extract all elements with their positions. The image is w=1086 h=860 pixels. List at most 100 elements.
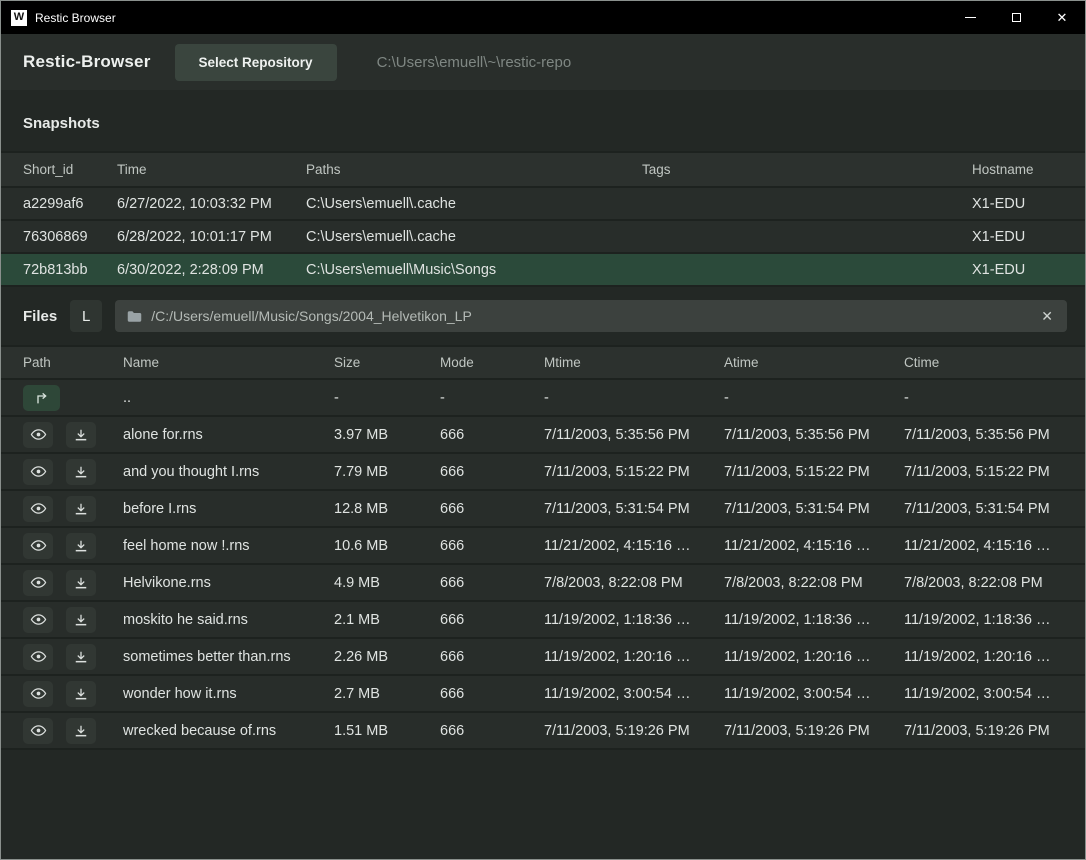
window-controls: ✕ bbox=[947, 1, 1085, 34]
path-format-toggle-button[interactable]: L bbox=[70, 300, 102, 332]
download-button[interactable] bbox=[66, 607, 96, 633]
file-row: and you thought I.rns 7.79 MB 666 7/11/2… bbox=[1, 454, 1085, 491]
file-atime: 11/19/2002, 1:20:16 … bbox=[724, 649, 904, 665]
snapshot-time: 6/27/2022, 10:03:32 PM bbox=[117, 196, 306, 212]
file-name: wonder how it.rns bbox=[123, 686, 334, 702]
snapshot-paths: C:\Users\emuell\Music\Songs bbox=[306, 262, 642, 278]
maximize-button[interactable] bbox=[993, 1, 1039, 34]
minimize-button[interactable] bbox=[947, 1, 993, 34]
file-row: sometimes better than.rns 2.26 MB 666 11… bbox=[1, 639, 1085, 676]
download-button[interactable] bbox=[66, 644, 96, 670]
snapshot-row[interactable]: a2299af6 6/27/2022, 10:03:32 PM C:\Users… bbox=[1, 188, 1085, 221]
download-button[interactable] bbox=[66, 718, 96, 744]
eye-icon bbox=[30, 426, 47, 443]
file-size: 7.79 MB bbox=[334, 464, 440, 480]
clear-path-button[interactable]: ✕ bbox=[1039, 308, 1055, 325]
snapshots-col-short-id: Short_id bbox=[23, 162, 117, 177]
select-repository-button[interactable]: Select Repository bbox=[175, 44, 337, 81]
preview-button[interactable] bbox=[23, 533, 53, 559]
titlebar: W Restic Browser ✕ bbox=[1, 1, 1085, 34]
files-col-name: Name bbox=[123, 355, 334, 370]
file-ctime: 11/19/2002, 1:18:36 … bbox=[904, 612, 1063, 628]
file-mode: 666 bbox=[440, 575, 544, 591]
files-col-mode: Mode bbox=[440, 355, 544, 370]
eye-icon bbox=[30, 500, 47, 517]
go-up-icon bbox=[34, 390, 50, 406]
file-atime: 11/21/2002, 4:15:16 … bbox=[724, 538, 904, 554]
preview-button[interactable] bbox=[23, 718, 53, 744]
path-format-icon: L bbox=[82, 308, 90, 325]
file-mtime: 11/19/2002, 3:00:54 … bbox=[544, 686, 724, 702]
eye-icon bbox=[30, 722, 47, 739]
file-name: before I.rns bbox=[123, 501, 334, 517]
download-button[interactable] bbox=[66, 570, 96, 596]
file-size: 2.7 MB bbox=[334, 686, 440, 702]
file-row: wrecked because of.rns 1.51 MB 666 7/11/… bbox=[1, 713, 1085, 750]
file-actions bbox=[23, 459, 123, 485]
app-title: Restic-Browser bbox=[23, 52, 151, 72]
file-actions bbox=[23, 681, 123, 707]
download-button[interactable] bbox=[66, 496, 96, 522]
snapshot-paths: C:\Users\emuell\.cache bbox=[306, 196, 642, 212]
eye-icon bbox=[30, 537, 47, 554]
download-button[interactable] bbox=[66, 422, 96, 448]
file-ctime: 7/11/2003, 5:35:56 PM bbox=[904, 427, 1063, 443]
file-name[interactable]: .. bbox=[123, 390, 334, 406]
snapshots-col-tags: Tags bbox=[642, 162, 972, 177]
file-size: - bbox=[334, 390, 440, 406]
download-button[interactable] bbox=[66, 533, 96, 559]
snapshot-time: 6/30/2022, 2:28:09 PM bbox=[117, 262, 306, 278]
files-col-path: Path bbox=[23, 355, 123, 370]
close-button[interactable]: ✕ bbox=[1039, 1, 1085, 34]
file-atime: - bbox=[724, 390, 904, 406]
file-row: before I.rns 12.8 MB 666 7/11/2003, 5:31… bbox=[1, 491, 1085, 528]
preview-button[interactable] bbox=[23, 681, 53, 707]
window-title: Restic Browser bbox=[35, 11, 116, 25]
snapshot-row-selected[interactable]: 72b813bb 6/30/2022, 2:28:09 PM C:\Users\… bbox=[1, 254, 1085, 287]
download-icon bbox=[74, 576, 88, 590]
file-mode: 666 bbox=[440, 723, 544, 739]
files-section-title: Files bbox=[23, 308, 57, 325]
download-icon bbox=[74, 613, 88, 627]
preview-button[interactable] bbox=[23, 570, 53, 596]
preview-button[interactable] bbox=[23, 607, 53, 633]
download-icon bbox=[74, 539, 88, 553]
preview-button[interactable] bbox=[23, 644, 53, 670]
download-button[interactable] bbox=[66, 459, 96, 485]
snapshot-hostname: X1-EDU bbox=[972, 229, 1063, 245]
preview-button[interactable] bbox=[23, 422, 53, 448]
preview-button[interactable] bbox=[23, 459, 53, 485]
file-mtime: 11/21/2002, 4:15:16 … bbox=[544, 538, 724, 554]
file-name: and you thought I.rns bbox=[123, 464, 334, 480]
current-path-bar[interactable]: /C:/Users/emuell/Music/Songs/2004_Helvet… bbox=[115, 300, 1067, 332]
download-icon bbox=[74, 428, 88, 442]
file-mtime: 7/11/2003, 5:31:54 PM bbox=[544, 501, 724, 517]
file-size: 10.6 MB bbox=[334, 538, 440, 554]
file-atime: 7/8/2003, 8:22:08 PM bbox=[724, 575, 904, 591]
file-row: wonder how it.rns 2.7 MB 666 11/19/2002,… bbox=[1, 676, 1085, 713]
snapshot-time: 6/28/2022, 10:01:17 PM bbox=[117, 229, 306, 245]
snapshots-section-title: Snapshots bbox=[1, 90, 1085, 151]
file-name: moskito he said.rns bbox=[123, 612, 334, 628]
folder-icon bbox=[127, 310, 142, 323]
file-atime: 11/19/2002, 1:18:36 … bbox=[724, 612, 904, 628]
preview-button[interactable] bbox=[23, 496, 53, 522]
snapshots-table-header: Short_id Time Paths Tags Hostname bbox=[1, 151, 1085, 188]
download-icon bbox=[74, 465, 88, 479]
file-size: 12.8 MB bbox=[334, 501, 440, 517]
eye-icon bbox=[30, 463, 47, 480]
file-mode: 666 bbox=[440, 427, 544, 443]
snapshot-row[interactable]: 76306869 6/28/2022, 10:01:17 PM C:\Users… bbox=[1, 221, 1085, 254]
file-name: feel home now !.rns bbox=[123, 538, 334, 554]
app-logo-icon: W bbox=[11, 10, 27, 26]
eye-icon bbox=[30, 574, 47, 591]
file-actions bbox=[23, 496, 123, 522]
file-atime: 7/11/2003, 5:15:22 PM bbox=[724, 464, 904, 480]
close-icon: ✕ bbox=[1057, 10, 1068, 26]
go-up-button[interactable] bbox=[23, 385, 60, 411]
snapshot-short-id: a2299af6 bbox=[23, 196, 117, 212]
repository-path: C:\Users\emuell\~\restic-repo bbox=[377, 54, 572, 71]
file-atime: 11/19/2002, 3:00:54 … bbox=[724, 686, 904, 702]
download-button[interactable] bbox=[66, 681, 96, 707]
file-ctime: 11/21/2002, 4:15:16 … bbox=[904, 538, 1063, 554]
